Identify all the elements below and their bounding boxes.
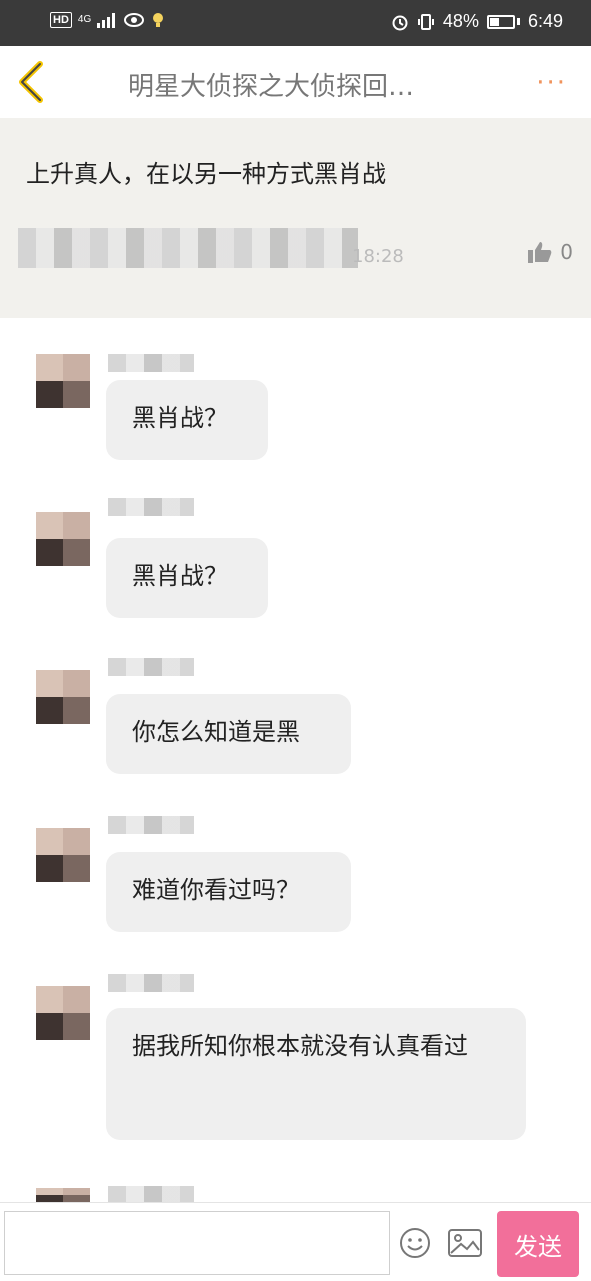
vibrate-icon	[417, 13, 434, 30]
status-bar: HD 4G 48% 6:49	[0, 0, 591, 46]
username-blurred	[108, 1186, 194, 1202]
more-dots-icon[interactable]: ···	[536, 68, 567, 98]
battery-percent: 48%	[442, 11, 479, 31]
message-bubble: 你怎么知道是黑	[106, 694, 351, 774]
alarm-icon	[392, 15, 408, 30]
avatar[interactable]	[36, 670, 90, 724]
message-bubble: 黑肖战？	[106, 380, 268, 460]
back-chevron-icon[interactable]	[14, 60, 54, 104]
avatar[interactable]	[36, 512, 90, 566]
battery-tip	[516, 18, 520, 25]
page-title: 明星大侦探之大侦探回…	[128, 72, 415, 102]
image-icon[interactable]	[448, 1229, 482, 1257]
message-bubble: 难道你看过吗？	[106, 852, 351, 932]
signal-icon	[97, 13, 116, 28]
reply-item	[0, 1170, 591, 1202]
post-author-blurred	[18, 228, 358, 268]
like-button[interactable]: 0	[528, 240, 573, 264]
top-nav: 明星大侦探之大侦探回… ···	[0, 46, 591, 118]
status-left: HD 4G	[50, 12, 165, 28]
reply-item: 据我所知你根本就没有认真看过	[0, 968, 591, 1148]
username-blurred	[108, 354, 194, 372]
avatar[interactable]	[36, 986, 90, 1040]
eye-icon	[124, 13, 145, 27]
username-blurred	[108, 658, 194, 676]
send-button[interactable]: 发送	[497, 1211, 579, 1277]
reply-item: 难道你看过吗？	[0, 810, 591, 940]
username-blurred	[108, 498, 194, 516]
thumbs-up-icon	[528, 242, 552, 263]
avatar[interactable]	[36, 354, 90, 408]
bulb-icon	[153, 13, 164, 27]
message-bubble: 黑肖战？	[106, 538, 268, 618]
clock: 6:49	[527, 11, 563, 31]
reply-item: 黑肖战？	[0, 494, 591, 624]
username-blurred	[108, 816, 194, 834]
reply-item: 黑肖战？	[0, 336, 591, 466]
status-right: 48% 6:49	[391, 11, 563, 32]
post-time: 18:28	[352, 246, 404, 267]
hd-badge: HD	[50, 12, 72, 28]
avatar[interactable]	[36, 828, 90, 882]
username-blurred	[108, 974, 194, 992]
battery-fill	[489, 17, 500, 26]
reply-item: 你怎么知道是黑	[0, 652, 591, 782]
reply-input-bar: 发送	[0, 1202, 591, 1281]
avatar[interactable]	[36, 1188, 90, 1202]
battery-icon	[486, 14, 515, 29]
reply-input[interactable]	[4, 1211, 390, 1275]
message-bubble: 据我所知你根本就没有认真看过	[106, 1008, 526, 1140]
post-text: 上升真人，在以另一种方式黑肖战	[26, 160, 386, 188]
like-count: 0	[560, 240, 573, 264]
emoji-icon[interactable]	[399, 1227, 431, 1259]
original-post: 上升真人，在以另一种方式黑肖战 18:28 0	[0, 118, 591, 318]
network-type: 4G	[77, 14, 92, 25]
